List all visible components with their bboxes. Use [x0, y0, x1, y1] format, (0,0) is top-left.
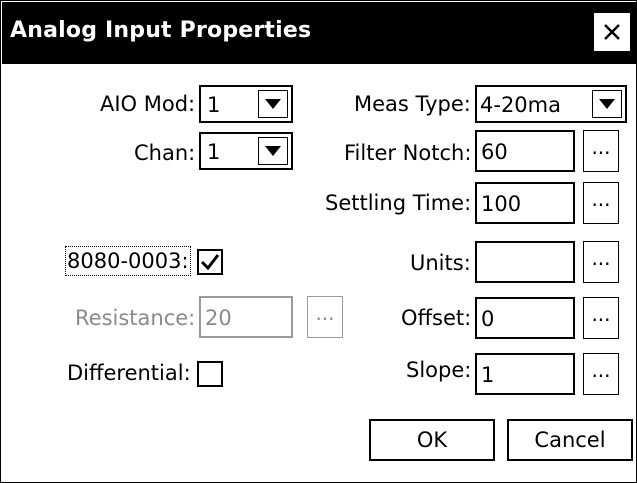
close-icon	[604, 24, 620, 40]
resistance-label: Resistance:	[75, 306, 196, 330]
dropdown-arrow-icon	[599, 99, 615, 109]
filter-notch-value: 60	[481, 140, 508, 164]
meas-type-label: Meas Type:	[354, 92, 471, 116]
ok-button[interactable]: OK	[369, 419, 495, 461]
resistance-browse-button: ...	[307, 296, 343, 338]
chan-value: 1	[207, 140, 221, 164]
aio-mod-dropdown-button[interactable]	[258, 90, 288, 118]
dropdown-arrow-icon	[265, 146, 281, 156]
settling-time-label: Settling Time:	[325, 191, 472, 215]
units-label: Units:	[410, 251, 471, 275]
module-check-label[interactable]: 8080-0003:	[65, 246, 191, 276]
meas-type-dropdown-button[interactable]	[592, 90, 622, 118]
chan-label: Chan:	[134, 141, 196, 165]
slope-label: Slope:	[406, 358, 472, 382]
slope-browse-button[interactable]: ...	[583, 353, 619, 395]
filter-notch-browse-button[interactable]: ...	[583, 130, 619, 172]
offset-browse-button[interactable]: ...	[583, 297, 619, 339]
meas-type-value: 4-20ma	[480, 93, 561, 117]
dialog-window: Analog Input Properties AIO Mod: 1 Meas …	[0, 0, 637, 483]
meas-type-select[interactable]: 4-20ma	[475, 85, 627, 123]
close-button[interactable]	[593, 12, 631, 52]
title-bar: Analog Input Properties	[2, 2, 636, 64]
settling-time-browse-button[interactable]: ...	[583, 182, 619, 224]
differential-label: Differential:	[67, 361, 191, 385]
filter-notch-field[interactable]: 60	[475, 130, 575, 172]
offset-value: 0	[481, 307, 495, 331]
slope-field[interactable]: 1	[475, 353, 575, 395]
differential-checkbox[interactable]	[197, 361, 223, 387]
cancel-button[interactable]: Cancel	[507, 419, 633, 461]
module-check-checkbox[interactable]	[197, 249, 223, 275]
resistance-value: 20	[205, 306, 232, 330]
units-browse-button[interactable]: ...	[583, 241, 619, 283]
check-icon	[200, 254, 220, 271]
offset-field[interactable]: 0	[475, 297, 575, 339]
offset-label: Offset:	[401, 306, 472, 330]
aio-mod-select[interactable]: 1	[199, 85, 293, 123]
units-field[interactable]	[475, 241, 575, 283]
filter-notch-label: Filter Notch:	[344, 141, 472, 165]
chan-dropdown-button[interactable]	[258, 137, 288, 165]
window-title: Analog Input Properties	[10, 18, 312, 43]
aio-mod-label: AIO Mod:	[100, 92, 196, 116]
settling-time-value: 100	[481, 192, 522, 216]
aio-mod-value: 1	[207, 93, 221, 117]
chan-select[interactable]: 1	[199, 132, 293, 170]
settling-time-field[interactable]: 100	[475, 182, 575, 224]
resistance-field: 20	[199, 296, 293, 338]
dropdown-arrow-icon	[265, 99, 281, 109]
slope-value: 1	[481, 363, 495, 387]
